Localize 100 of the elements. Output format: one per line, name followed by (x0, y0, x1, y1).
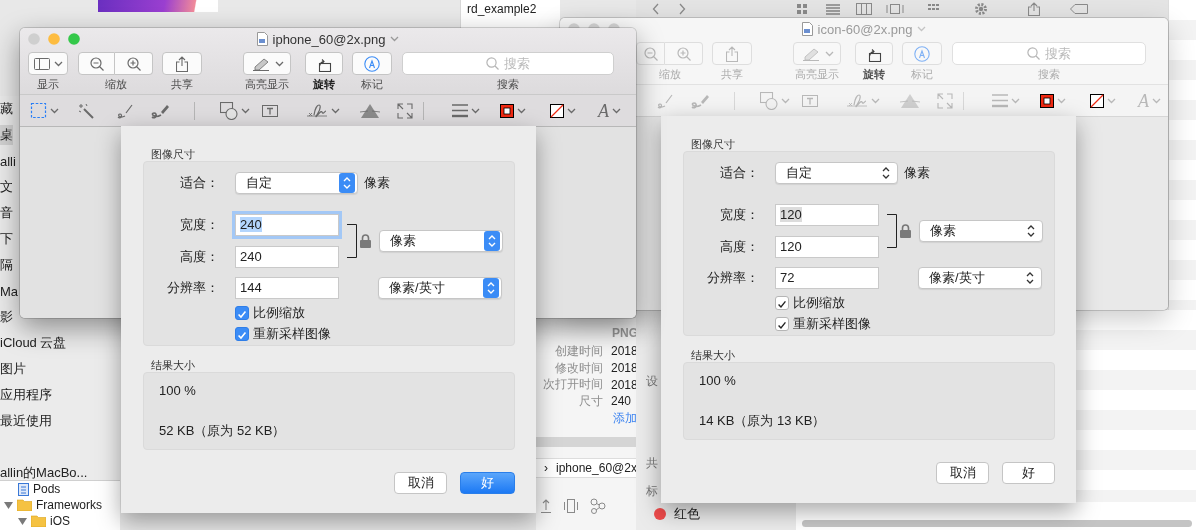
back-icon[interactable] (652, 3, 660, 15)
markup-button[interactable] (902, 42, 942, 65)
dialog-button[interactable]: 取消 (394, 472, 447, 494)
sidebar-item[interactable]: 音 (0, 203, 13, 223)
line-style-icon[interactable] (992, 93, 1008, 108)
path-separator: › (544, 461, 548, 475)
fill-color-icon[interactable] (550, 103, 564, 118)
resize-icon[interactable] (397, 102, 413, 119)
dialog-button[interactable]: 取消 (936, 462, 989, 484)
sidebar-item[interactable]: 最近使用 (0, 411, 52, 431)
disclosure-triangle-icon[interactable] (18, 516, 27, 526)
caret-icon[interactable] (517, 107, 526, 114)
share-button[interactable] (162, 52, 202, 75)
tree-item[interactable]: Frameworks (36, 498, 102, 512)
rotate-button[interactable] (855, 42, 893, 65)
sidebar-item[interactable]: 下 (0, 229, 13, 249)
width-field[interactable]: 120 (775, 204, 879, 226)
shapes-icon[interactable] (220, 101, 238, 120)
magic-wand-icon[interactable] (78, 102, 94, 119)
border-color-icon[interactable] (500, 103, 514, 118)
border-color-icon[interactable] (1040, 93, 1054, 108)
height-field[interactable]: 120 (775, 236, 879, 258)
sidebar-toggle-button[interactable] (28, 52, 68, 75)
sidebar-item[interactable]: 隔 (0, 255, 13, 275)
fit-popup[interactable]: 自定 (235, 172, 358, 194)
path-item[interactable]: iphone_60@2x (556, 461, 637, 475)
tree-item[interactable]: iOS (50, 514, 70, 528)
caret-icon[interactable] (241, 107, 250, 114)
resolution-field[interactable]: 144 (235, 277, 339, 299)
lock-icon[interactable] (360, 234, 371, 248)
checkbox[interactable]: 比例缩放 (775, 295, 845, 311)
caret-icon[interactable] (331, 107, 340, 114)
window-controls-icon[interactable] (28, 33, 80, 45)
sidebar-item[interactable]: 影 (0, 307, 13, 327)
caret-icon[interactable] (390, 36, 400, 42)
adjust-color-icon[interactable] (900, 92, 920, 109)
fill-color-icon[interactable] (1090, 93, 1104, 108)
signature-icon[interactable] (306, 101, 328, 120)
text-box-icon[interactable] (802, 92, 818, 109)
disclosure-triangle-icon[interactable] (4, 500, 13, 510)
zoom-in-button[interactable] (115, 52, 153, 75)
sidebar-item[interactable]: Ma (0, 282, 19, 300)
sidebar-item[interactable]: 文 (0, 177, 13, 197)
sidebar-item[interactable]: alli (0, 152, 16, 170)
caret-icon[interactable] (275, 60, 284, 67)
zoom-out-button[interactable] (636, 42, 665, 65)
zoom-out-button[interactable] (78, 52, 115, 75)
share-icon[interactable] (540, 498, 552, 514)
height-field[interactable]: 240 (235, 246, 339, 268)
toolbar-label: 高亮显示 (795, 68, 839, 81)
sidebar-item[interactable]: allin的MacBo... (0, 463, 88, 483)
caret-icon[interactable] (471, 107, 480, 114)
unit-popup[interactable]: 像素 (379, 230, 503, 252)
sidebar-item[interactable]: 桌 (0, 125, 13, 145)
caret-icon[interactable] (567, 107, 576, 114)
icon-view-icon[interactable] (796, 3, 808, 15)
selection-icon[interactable] (30, 102, 47, 119)
highlight-button[interactable] (243, 52, 291, 75)
add-link[interactable]: 添加 (613, 410, 637, 427)
nodes-icon[interactable] (590, 498, 606, 514)
share-icon[interactable] (1028, 2, 1040, 16)
settings-icon[interactable] (974, 2, 988, 16)
signature-icon[interactable] (846, 91, 868, 110)
resolution-field[interactable]: 72 (775, 267, 879, 289)
column-view-icon[interactable] (856, 3, 872, 15)
checkbox[interactable]: 重新采样图像 (235, 326, 331, 342)
fit-popup[interactable]: 自定 (775, 162, 898, 184)
unit-popup[interactable]: 像素/英寸 (918, 267, 1042, 289)
sidebar-item[interactable]: iCloud 云盘 (0, 333, 67, 353)
tag-icon[interactable] (1070, 4, 1088, 14)
unit-popup[interactable]: 像素 (919, 220, 1043, 242)
markup-button[interactable] (352, 52, 392, 75)
tag-label[interactable]: 红色 (674, 505, 700, 523)
line-style-icon[interactable] (452, 103, 468, 118)
panel-icon[interactable] (564, 499, 578, 513)
lock-icon[interactable] (900, 224, 911, 238)
text-box-icon[interactable] (262, 102, 278, 119)
width-field[interactable]: 240 (235, 214, 339, 236)
rotate-button[interactable] (305, 52, 343, 75)
file-name[interactable]: rd_example2 (467, 2, 537, 16)
sidebar-item[interactable]: 图片 (0, 359, 26, 379)
adjust-color-icon[interactable] (360, 102, 380, 119)
checkbox[interactable]: 比例缩放 (235, 305, 305, 321)
caret-icon[interactable] (53, 60, 63, 67)
list-view-icon[interactable] (826, 3, 840, 15)
sidebar-item[interactable]: 应用程序 (0, 385, 52, 405)
unit-popup[interactable]: 像素/英寸 (378, 277, 502, 299)
resize-icon[interactable] (937, 92, 953, 109)
window-controls-icon[interactable] (568, 23, 620, 29)
caret-icon[interactable] (612, 107, 621, 114)
forward-icon[interactable] (678, 3, 686, 15)
tree-item[interactable]: Pods (33, 482, 61, 496)
zoom-in-button[interactable] (665, 42, 703, 65)
sidebar-item[interactable]: 藏 (0, 99, 13, 119)
caret-icon[interactable] (50, 107, 59, 114)
checkbox[interactable]: 重新采样图像 (775, 316, 871, 332)
font-button[interactable]: A (598, 101, 609, 120)
shapes-icon[interactable] (760, 91, 778, 110)
gallery-view-icon[interactable] (886, 3, 904, 15)
dialog-button[interactable]: 好 (1002, 462, 1055, 484)
